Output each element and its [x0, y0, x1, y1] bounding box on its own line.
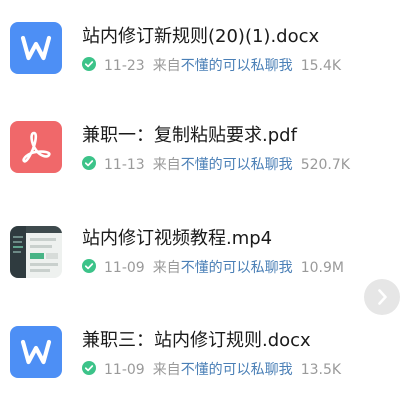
file-name: 站内修订视频教程.mp4: [82, 228, 273, 249]
video-thumbnail-icon: [10, 226, 62, 278]
file-date: 11-09: [104, 260, 145, 276]
file-meta: 11-13 来自不懂的可以私聊我 520.7K: [82, 155, 352, 176]
check-circle-icon: [82, 57, 96, 71]
file-name: 兼职一：复制粘贴要求.pdf: [82, 125, 297, 146]
file-meta: 11-23 来自不懂的可以私聊我 15.4K: [82, 56, 352, 77]
source-prefix: 来自: [152, 260, 181, 276]
file-item[interactable]: 兼职一：复制粘贴要求.pdf 11-13 来自不懂的可以私聊我 520.7K: [0, 99, 416, 199]
source-prefix: 来自: [152, 157, 181, 173]
owner-link[interactable]: 不懂的可以私聊我: [181, 58, 293, 74]
file-meta: 11-09 来自不懂的可以私聊我 13.5K: [82, 360, 352, 381]
file-item[interactable]: 站内修订视频教程.mp4 11-09 来自不懂的可以私聊我 10.9M: [0, 202, 416, 302]
file-item[interactable]: 站内修订新规则(20)(1).docx 11-23 来自不懂的可以私聊我 15.4K: [0, 0, 416, 100]
chevron-right-icon: [378, 289, 387, 305]
file-name: 站内修订新规则(20)(1).docx: [82, 26, 320, 47]
scroll-right-button[interactable]: [364, 279, 400, 315]
file-size: 15.4K: [300, 58, 342, 74]
owner-link[interactable]: 不懂的可以私聊我: [181, 362, 293, 378]
file-meta: 11-09 来自不懂的可以私聊我 10.9M: [82, 258, 352, 279]
file-list: 站内修订新规则(20)(1).docx 11-23 来自不懂的可以私聊我 15.4K…: [0, 0, 416, 415]
file-size: 10.9M: [300, 260, 344, 276]
owner-link[interactable]: 不懂的可以私聊我: [181, 157, 293, 173]
source-prefix: 来自: [152, 58, 181, 74]
word-doc-icon: [10, 22, 62, 74]
check-circle-icon: [82, 361, 96, 375]
file-size: 520.7K: [300, 157, 350, 173]
word-doc-icon: [10, 326, 62, 378]
file-item[interactable]: 兼职三：站内修订规则.docx 11-09 来自不懂的可以私聊我 13.5K: [0, 304, 416, 404]
pdf-icon: [10, 121, 62, 173]
file-date: 11-13: [104, 157, 145, 173]
source-prefix: 来自: [152, 362, 181, 378]
check-circle-icon: [82, 156, 96, 170]
check-circle-icon: [82, 259, 96, 273]
file-date: 11-23: [104, 58, 145, 74]
owner-link[interactable]: 不懂的可以私聊我: [181, 260, 293, 276]
file-name: 兼职三：站内修订规则.docx: [82, 330, 311, 351]
file-size: 13.5K: [300, 362, 342, 378]
file-date: 11-09: [104, 362, 145, 378]
